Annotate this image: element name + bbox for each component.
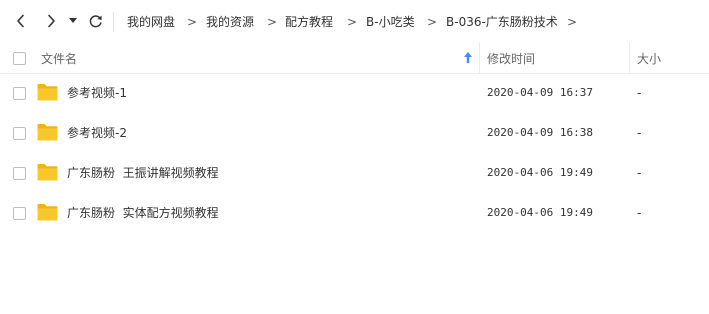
folder-icon bbox=[37, 84, 58, 101]
breadcrumb-item-snacks[interactable]: B-小吃类 bbox=[366, 14, 415, 30]
row-checkbox[interactable] bbox=[13, 207, 26, 220]
column-divider[interactable] bbox=[479, 42, 480, 74]
file-row[interactable]: 广东肠粉 王振讲解视频教程 2020-04-06 19:49 - bbox=[0, 153, 709, 193]
breadcrumb-separator: > bbox=[267, 15, 278, 29]
file-name[interactable]: 参考视频-2 bbox=[67, 125, 127, 141]
chevron-right-icon bbox=[48, 14, 55, 28]
folder-icon bbox=[37, 124, 58, 141]
file-size: - bbox=[637, 166, 642, 180]
file-name[interactable]: 广东肠粉 王振讲解视频教程 bbox=[67, 165, 219, 181]
sort-up-arrow-icon[interactable] bbox=[463, 51, 473, 65]
chevron-left-icon bbox=[17, 14, 24, 28]
file-modified-time: 2020-04-09 16:37 bbox=[487, 86, 593, 99]
toolbar: 我的网盘 > 我的资源 > 配方教程 > B-小吃类 > B-036-广东肠粉技… bbox=[0, 0, 709, 42]
breadcrumb-item-recipe-tutorials[interactable]: 配方教程 bbox=[285, 14, 333, 30]
file-name[interactable]: 广东肠粉 实体配方视频教程 bbox=[67, 205, 219, 221]
forward-button[interactable] bbox=[41, 11, 61, 31]
refresh-button[interactable] bbox=[85, 11, 105, 31]
refresh-icon bbox=[89, 14, 102, 27]
file-size: - bbox=[637, 206, 642, 220]
column-header-modified[interactable]: 修改时间 bbox=[487, 51, 535, 67]
file-name[interactable]: 参考视频-1 bbox=[67, 85, 127, 101]
row-checkbox[interactable] bbox=[13, 167, 26, 180]
file-size: - bbox=[637, 86, 642, 100]
history-dropdown-button[interactable] bbox=[65, 11, 81, 31]
breadcrumb-separator: > bbox=[347, 15, 358, 29]
column-header-name[interactable]: 文件名 bbox=[41, 51, 77, 67]
breadcrumb-item-current-folder[interactable]: B-036-广东肠粉技术 bbox=[446, 14, 558, 30]
breadcrumb-separator: > bbox=[427, 15, 438, 29]
row-checkbox[interactable] bbox=[13, 87, 26, 100]
back-button[interactable] bbox=[11, 11, 31, 31]
folder-icon bbox=[37, 164, 58, 181]
file-size: - bbox=[637, 126, 642, 140]
breadcrumb-separator: > bbox=[567, 15, 578, 29]
file-modified-time: 2020-04-06 19:49 bbox=[487, 166, 593, 179]
breadcrumb-item-my-resources[interactable]: 我的资源 bbox=[206, 14, 254, 30]
file-row[interactable]: 参考视频-2 2020-04-09 16:38 - bbox=[0, 113, 709, 153]
file-row[interactable]: 广东肠粉 实体配方视频教程 2020-04-06 19:49 - bbox=[0, 193, 709, 233]
caret-down-icon bbox=[69, 18, 77, 23]
breadcrumb-item-my-drive[interactable]: 我的网盘 bbox=[127, 14, 175, 30]
column-header-size[interactable]: 大小 bbox=[637, 51, 661, 67]
breadcrumb-separator: > bbox=[187, 15, 198, 29]
file-modified-time: 2020-04-09 16:38 bbox=[487, 126, 593, 139]
row-checkbox[interactable] bbox=[13, 127, 26, 140]
select-all-checkbox[interactable] bbox=[13, 52, 26, 65]
folder-icon bbox=[37, 204, 58, 221]
file-modified-time: 2020-04-06 19:49 bbox=[487, 206, 593, 219]
file-row[interactable]: 参考视频-1 2020-04-09 16:37 - bbox=[0, 73, 709, 113]
toolbar-divider bbox=[113, 12, 114, 32]
file-list-header: 文件名 修改时间 大小 bbox=[0, 42, 709, 74]
column-divider[interactable] bbox=[629, 42, 630, 74]
